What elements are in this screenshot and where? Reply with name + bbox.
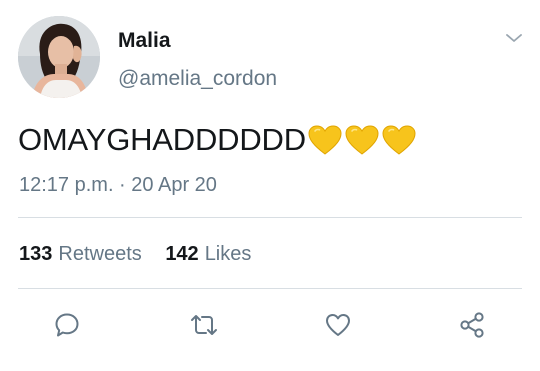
like-button[interactable] xyxy=(322,310,354,340)
share-button[interactable] xyxy=(456,310,488,340)
tweet-text-content: OMAYGHADDDDDD xyxy=(18,122,306,157)
retweet-button[interactable] xyxy=(188,310,220,340)
user-handle[interactable]: @amelia_cordon xyxy=(118,66,277,92)
divider xyxy=(18,217,522,218)
yellow-heart-icon xyxy=(345,125,379,155)
divider xyxy=(18,288,522,289)
likes-stat[interactable]: 142 Likes xyxy=(165,243,251,265)
share-icon xyxy=(460,312,484,338)
yellow-heart-icon xyxy=(382,125,416,155)
yellow-heart-icon xyxy=(308,125,342,155)
likes-label: Likes xyxy=(204,243,252,265)
retweets-count: 133 xyxy=(19,243,53,265)
avatar[interactable] xyxy=(18,16,100,98)
avatar-photo xyxy=(18,16,100,98)
display-name[interactable]: Malia xyxy=(118,28,171,54)
reply-button[interactable] xyxy=(51,310,83,340)
retweets-stat[interactable]: 133 Retweets xyxy=(19,243,142,265)
retweets-label: Retweets xyxy=(58,243,142,265)
tweet-text: OMAYGHADDDDDD xyxy=(18,121,417,159)
reply-icon xyxy=(55,313,79,337)
tweet-timestamp[interactable]: 12:17 p.m. · 20 Apr 20 xyxy=(19,172,217,198)
retweet-icon xyxy=(191,315,217,335)
chevron-down-icon[interactable] xyxy=(503,30,525,46)
emoji-group xyxy=(307,124,417,156)
heart-icon xyxy=(326,314,350,336)
tweet-stats: 133 Retweets 142 Likes xyxy=(19,241,251,267)
likes-count: 142 xyxy=(165,243,199,265)
